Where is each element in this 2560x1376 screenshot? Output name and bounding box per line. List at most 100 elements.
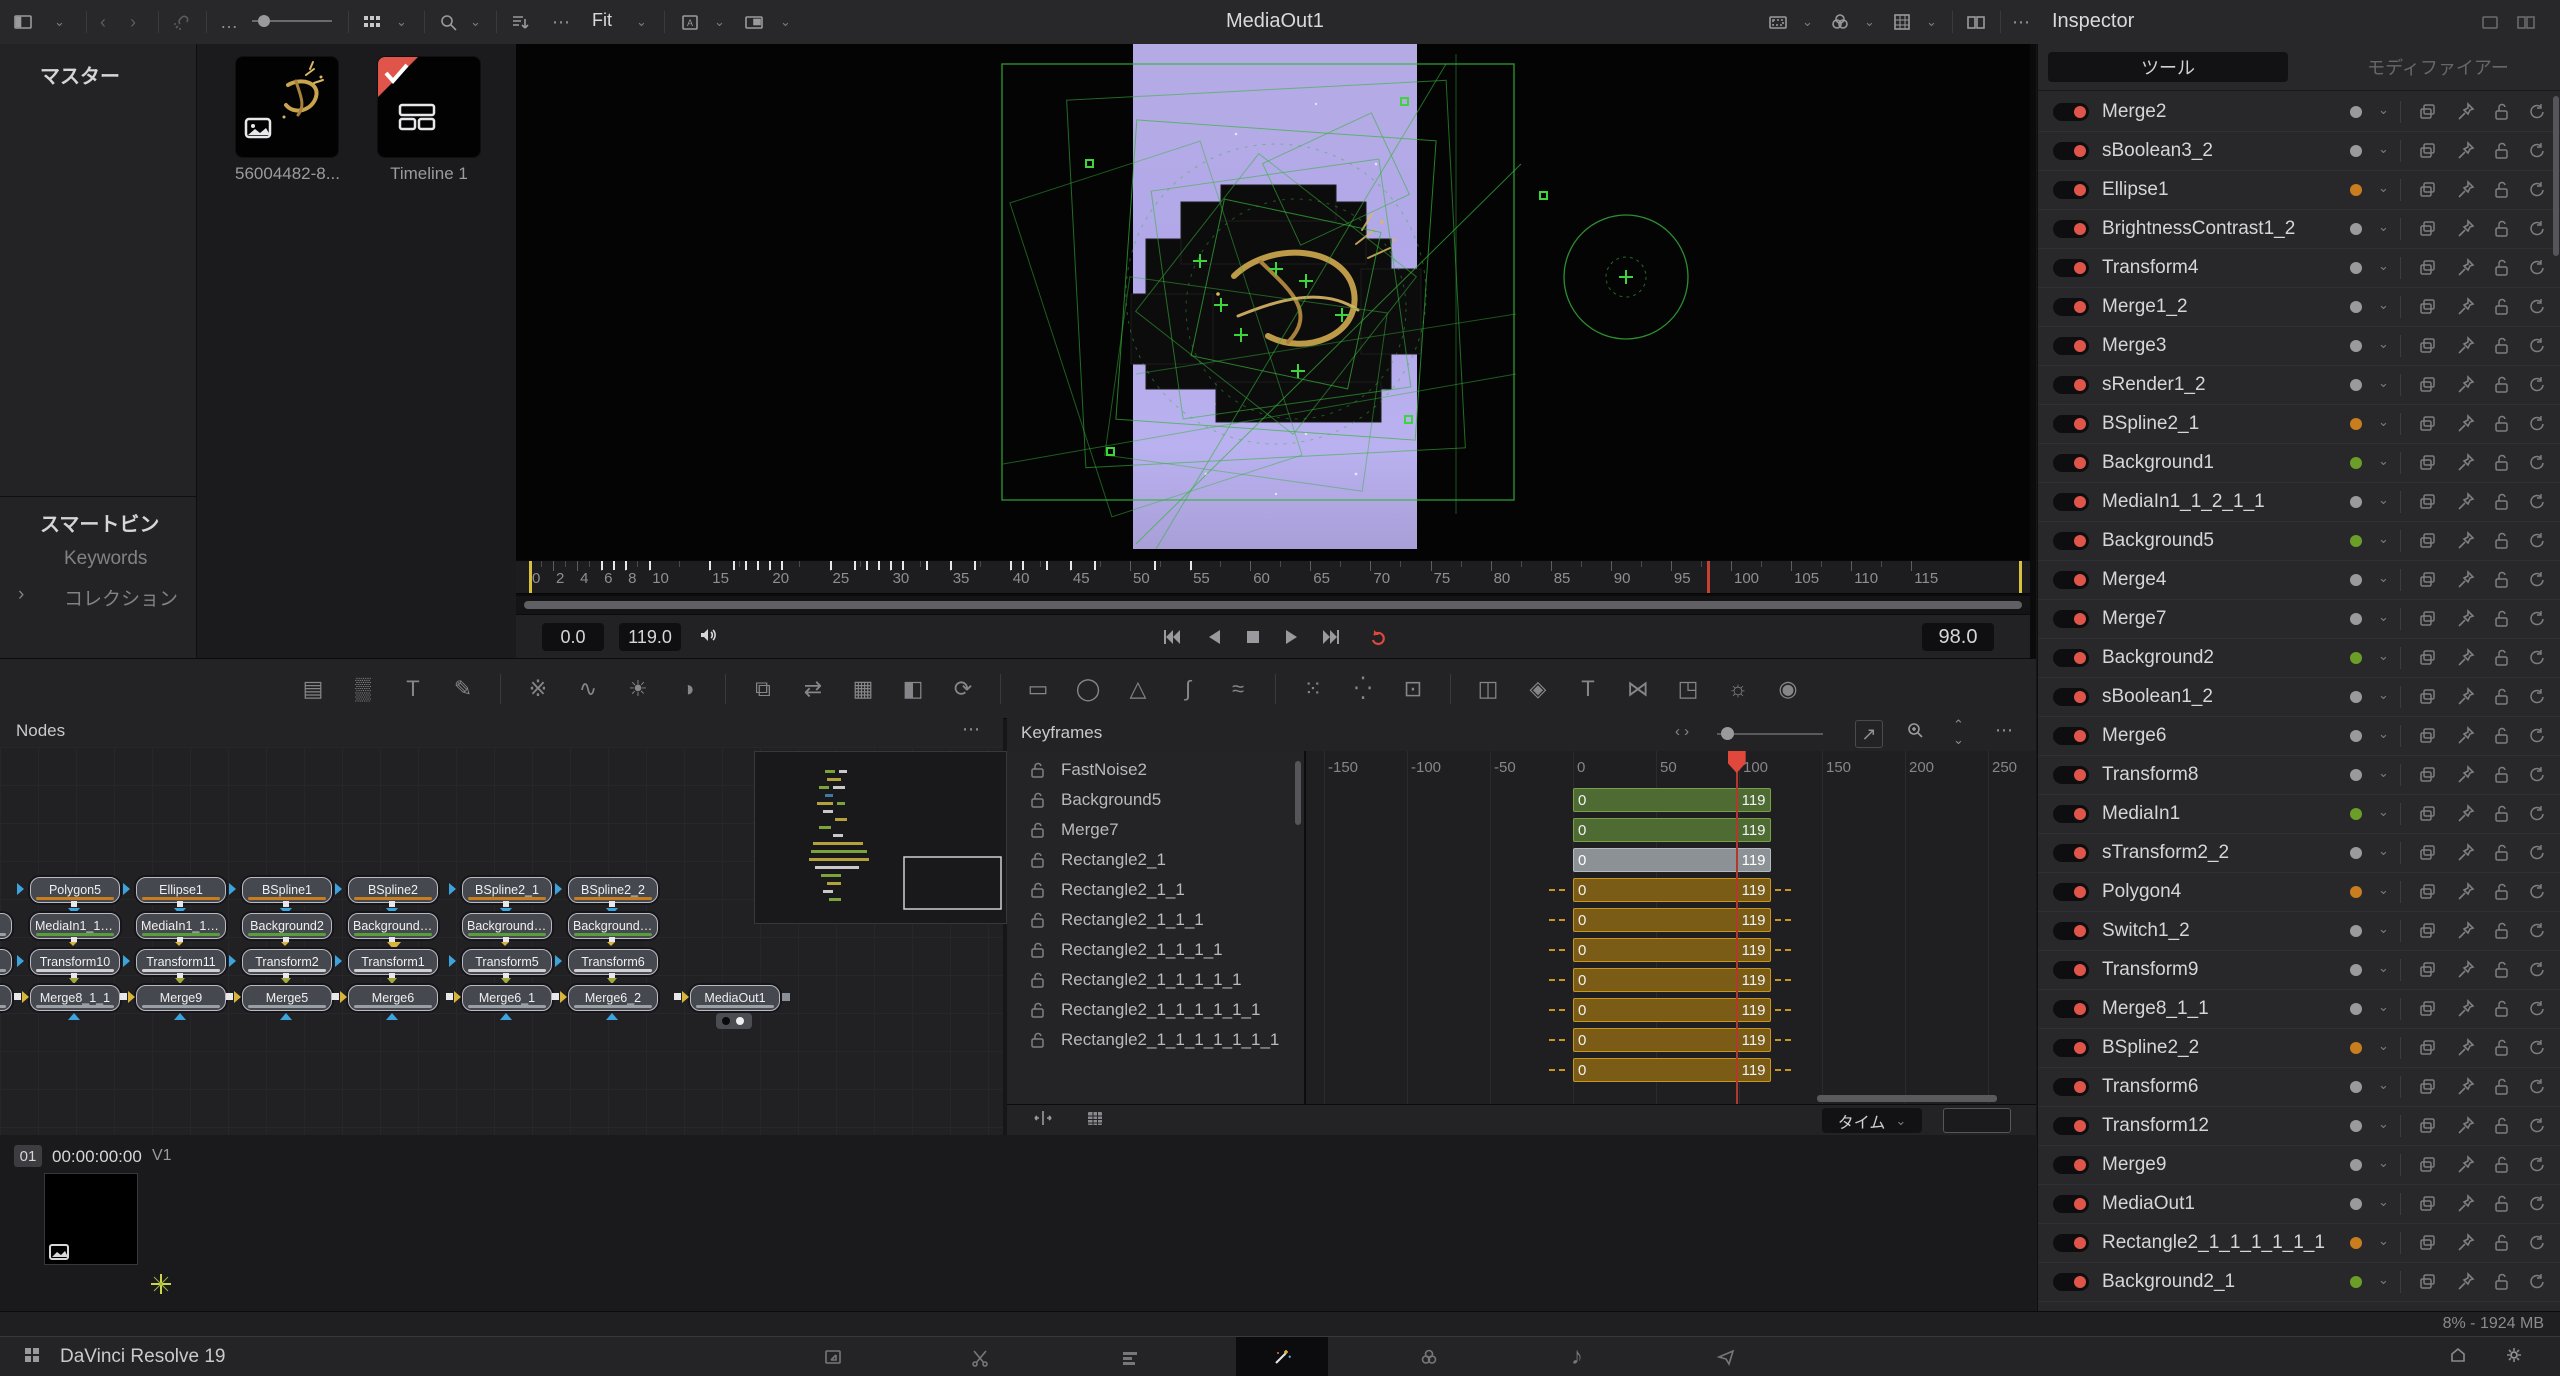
lock-icon[interactable] (2492, 258, 2512, 278)
pin-icon[interactable] (2456, 1272, 2476, 1292)
polygon-mask-tool-icon[interactable]: △ (1121, 672, 1155, 706)
rectangle-mask-tool-icon[interactable]: ▭ (1021, 672, 1055, 706)
versions-icon[interactable] (2418, 1233, 2438, 1253)
versions-icon[interactable] (2418, 882, 2438, 902)
versions-icon[interactable] (2418, 765, 2438, 785)
chevron-down-icon[interactable]: ⌄ (2378, 297, 2389, 313)
inspector-row-ellipse1[interactable]: Ellipse1⌄ (2038, 170, 2560, 210)
node-color-dot[interactable] (2350, 1198, 2362, 1210)
pin-icon[interactable] (2456, 765, 2476, 785)
pin-icon[interactable] (2456, 999, 2476, 1019)
inspector-row-stransform2_2[interactable]: sTransform2_2⌄ (2038, 833, 2560, 873)
expand-panel-icon[interactable]: ↗ (1855, 720, 1883, 748)
keyframe-timeline[interactable]: -150-100-5005010015020025001190119011901… (1306, 751, 2036, 1104)
node-enable-toggle[interactable] (2053, 1039, 2089, 1057)
fast-noise-tool-icon[interactable]: ▒ (346, 672, 380, 706)
lock-icon[interactable] (2492, 765, 2512, 785)
node-enable-toggle[interactable] (2053, 1078, 2089, 1096)
shape-3d-tool-icon[interactable]: ◈ (1521, 672, 1555, 706)
chevron-down-icon[interactable]: ⌄ (2378, 375, 2389, 391)
node-enable-toggle[interactable] (2053, 259, 2089, 277)
node-merge5[interactable]: Merge5 (242, 985, 332, 1011)
range-in-field[interactable]: 0.0 (542, 623, 604, 651)
reset-icon[interactable] (2526, 414, 2546, 434)
node-color-dot[interactable] (2350, 574, 2362, 586)
chevron-down-icon[interactable]: ⌄ (54, 8, 65, 36)
node-enable-toggle[interactable] (2053, 571, 2089, 589)
node-enable-toggle[interactable] (2053, 1117, 2089, 1135)
camera-3d-tool-icon[interactable]: ◳ (1671, 672, 1705, 706)
reset-icon[interactable] (2526, 453, 2546, 473)
lock-icon[interactable] (2492, 1155, 2512, 1175)
page-color-icon[interactable] (1409, 1341, 1449, 1373)
node-color-dot[interactable] (2350, 1237, 2362, 1249)
node-enable-toggle[interactable] (2053, 493, 2089, 511)
reset-icon[interactable] (2526, 375, 2546, 395)
lock-icon[interactable] (2492, 453, 2512, 473)
inspector-row-merge6[interactable]: Merge6⌄ (2038, 716, 2560, 756)
pin-icon[interactable] (2456, 882, 2476, 902)
node-color-dot[interactable] (2350, 145, 2362, 157)
reset-icon[interactable] (2526, 297, 2546, 317)
inspector-row-mediain1[interactable]: MediaIn1⌄ (2038, 794, 2560, 834)
lock-icon[interactable] (2492, 882, 2512, 902)
node-bspline2[interactable]: BSpline2 (348, 877, 438, 903)
spread-keyframes-icon[interactable] (1033, 1108, 1053, 1128)
lock-icon[interactable] (2492, 726, 2512, 746)
keyframe-bar[interactable]: 0119 (1573, 878, 1771, 902)
node-color-dot[interactable] (2350, 808, 2362, 820)
time-mode-select[interactable]: タイム⌄ (1822, 1108, 1922, 1133)
keyframe-bar[interactable]: 0119 (1573, 968, 1771, 992)
sidebar-item-keywords[interactable]: Keywords (64, 548, 147, 570)
reset-icon[interactable] (2526, 882, 2546, 902)
lock-icon[interactable] (2492, 843, 2512, 863)
node-color-dot[interactable] (2350, 340, 2362, 352)
kf-hscrollbar[interactable] (1817, 1095, 1997, 1102)
clip-thumbnail[interactable] (235, 56, 339, 158)
grid-view-icon[interactable] (362, 8, 382, 36)
versions-icon[interactable] (2418, 375, 2438, 395)
node-color-dot[interactable] (2350, 1159, 2362, 1171)
text-3d-tool-icon[interactable]: T (1571, 672, 1605, 706)
more-dots-icon[interactable]: … (220, 8, 238, 36)
node-color-dot[interactable] (2350, 106, 2362, 118)
node-enable-toggle[interactable] (2053, 142, 2089, 160)
node-enable-toggle[interactable] (2053, 844, 2089, 862)
node-enable-toggle[interactable] (2053, 103, 2089, 121)
range-out-field[interactable]: 119.0 (619, 623, 681, 651)
versions-icon[interactable] (2418, 843, 2438, 863)
chevron-down-icon[interactable]: ⌄ (1864, 8, 1875, 36)
node-color-dot[interactable] (2350, 262, 2362, 274)
spline-toggle-icon[interactable]: ‹ › (1675, 723, 1689, 740)
node-color-dot[interactable] (2350, 379, 2362, 391)
keyframe-bar[interactable]: 0119 (1573, 848, 1771, 872)
page-cut-icon[interactable] (960, 1341, 1000, 1373)
lock-icon[interactable] (2492, 609, 2512, 629)
reset-icon[interactable] (2526, 570, 2546, 590)
audio-mute-icon[interactable] (698, 625, 718, 645)
reset-icon[interactable] (2526, 687, 2546, 707)
delta-keyer-tool-icon[interactable]: ◧ (896, 672, 930, 706)
p-render-tool-icon[interactable]: ⊡ (1396, 672, 1430, 706)
chevron-down-icon[interactable]: ⌄ (2378, 687, 2389, 703)
hue-curves-tool-icon[interactable]: ◑ (671, 672, 705, 706)
reset-icon[interactable] (2526, 1038, 2546, 1058)
node-color-dot[interactable] (2350, 1042, 2362, 1054)
inspector-row-background2[interactable]: Background2⌄ (2038, 638, 2560, 678)
bin-master[interactable]: マスター (40, 60, 120, 89)
chevron-down-icon[interactable]: ⌄ (2378, 141, 2389, 157)
chevron-down-icon[interactable]: ⌄ (2378, 102, 2389, 118)
pin-icon[interactable] (2456, 648, 2476, 668)
node-enable-toggle[interactable] (2053, 1195, 2089, 1213)
keyframe-bar[interactable]: 0119 (1573, 1028, 1771, 1052)
versions-icon[interactable] (2418, 726, 2438, 746)
inspector-row-sboolean3_2[interactable]: sBoolean3_2⌄ (2038, 131, 2560, 171)
reset-icon[interactable] (2526, 219, 2546, 239)
node-color-dot[interactable] (2350, 613, 2362, 625)
versions-icon[interactable] (2418, 1116, 2438, 1136)
lock-icon[interactable] (2492, 531, 2512, 551)
node-bspline1[interactable]: BSpline1 (242, 877, 332, 903)
node-enable-toggle[interactable] (2053, 1234, 2089, 1252)
keyframe-row-name[interactable]: Rectangle2_1_1_1 (1007, 905, 1304, 935)
reset-icon[interactable] (2526, 1194, 2546, 1214)
